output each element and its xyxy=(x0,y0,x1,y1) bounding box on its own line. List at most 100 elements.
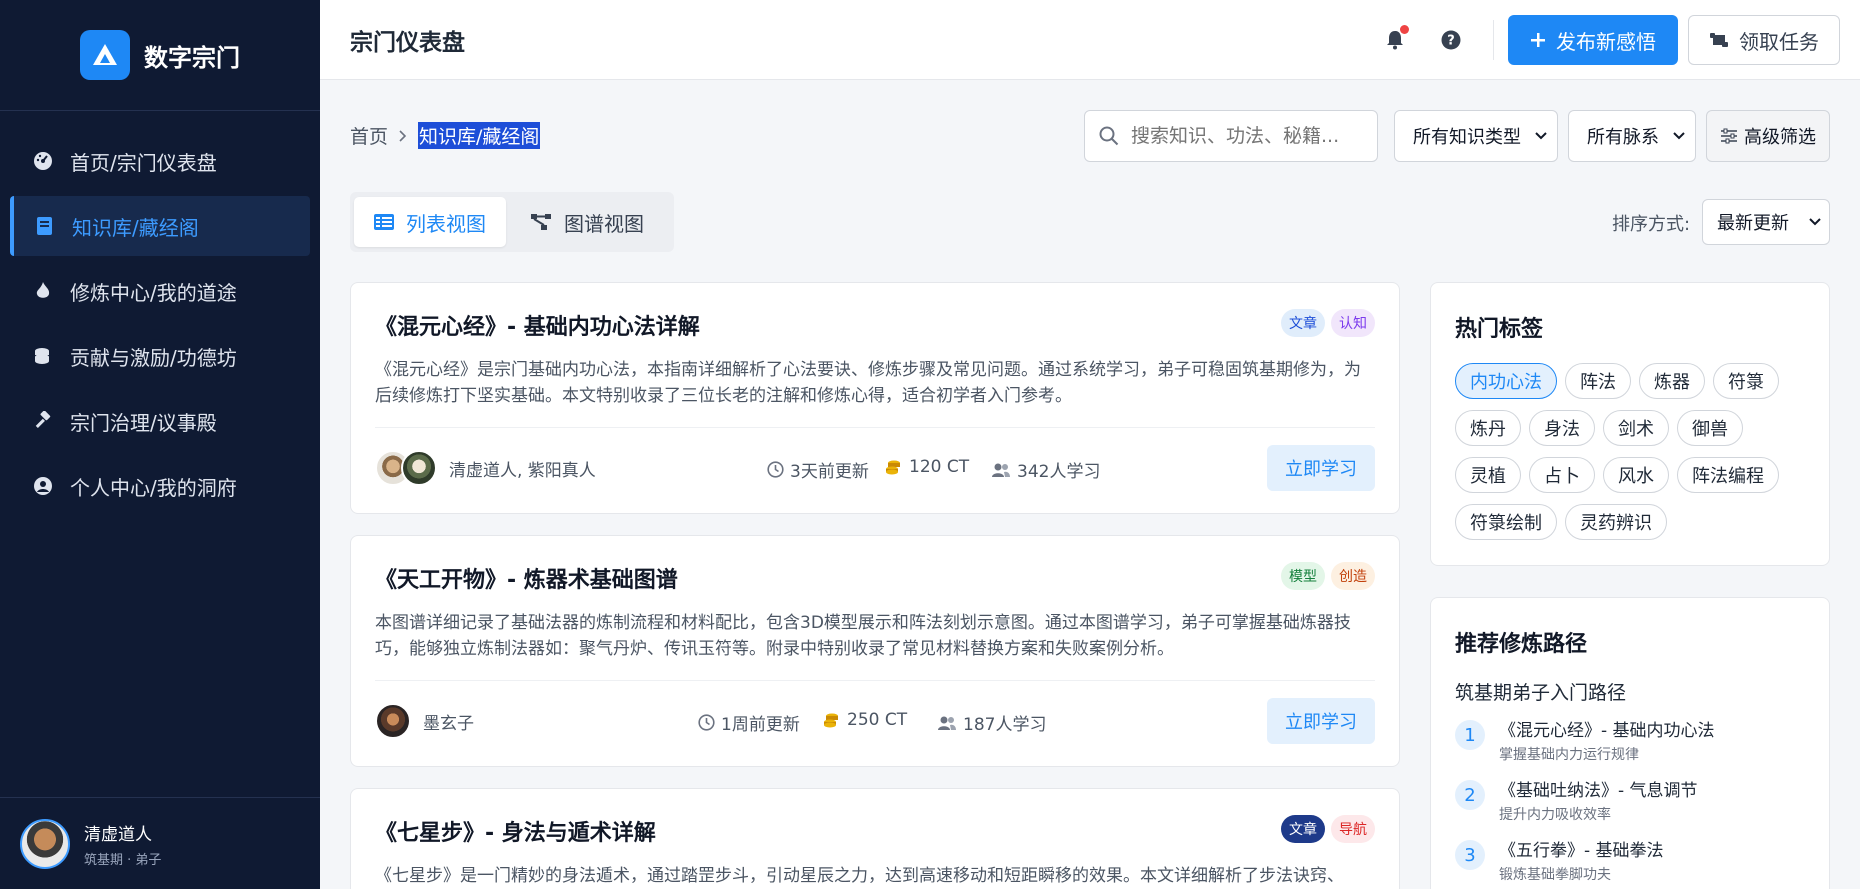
book-icon xyxy=(34,215,56,237)
graph-view-button[interactable]: 图谱视图 xyxy=(510,197,664,247)
knowledge-type-select[interactable]: 所有知识类型 xyxy=(1394,110,1558,162)
step-title: 《基础吐纳法》- 气息调节 xyxy=(1499,781,1698,801)
knowledge-card[interactable]: 《混元心经》- 基础内功心法详解 文章 认知 《混元心经》是宗门基础内功心法，本… xyxy=(350,282,1400,514)
avatar xyxy=(375,703,411,739)
graph-view-label: 图谱视图 xyxy=(564,211,644,236)
lineage-select[interactable]: 所有脉系 xyxy=(1568,110,1696,162)
sidebar-item-dashboard[interactable]: 首页/宗门仪表盘 xyxy=(10,131,310,191)
card-ct: 120 CT xyxy=(909,457,970,477)
advanced-filter-button[interactable]: 高级筛选 xyxy=(1706,110,1830,162)
sort-select[interactable]: 最新更新 xyxy=(1702,199,1830,245)
card-authors: 清虚道人, 紫阳真人 xyxy=(449,460,596,481)
tag-pill[interactable]: 炼丹 xyxy=(1455,410,1521,446)
ct-meta: 250 CT xyxy=(823,710,907,730)
lineage-value: 所有脉系 xyxy=(1587,127,1659,148)
claim-task-button[interactable]: 领取任务 xyxy=(1688,15,1840,65)
tag-pill[interactable]: 内功心法 xyxy=(1455,363,1557,399)
type-tag: 文章 xyxy=(1281,815,1325,843)
search-box[interactable] xyxy=(1084,110,1378,162)
panel-title: 热门标签 xyxy=(1455,317,1544,342)
search-input[interactable] xyxy=(1131,125,1351,147)
breadcrumb: 首页 知识库/藏经阁 xyxy=(350,122,541,149)
path-subtitle: 筑基期弟子入门路径 xyxy=(1455,682,1627,704)
tag-pill[interactable]: 符箓绘制 xyxy=(1455,504,1557,540)
recommended-path-panel: 推荐修炼路径 筑基期弟子入门路径 1 《混元心经》- 基础内功心法 掌握基础内力… xyxy=(1430,597,1830,889)
publish-button[interactable]: 发布新感悟 xyxy=(1508,15,1678,65)
sort-label: 排序方式: xyxy=(1612,214,1691,235)
tag-pill[interactable]: 灵植 xyxy=(1455,457,1521,493)
brand[interactable]: 数字宗门 xyxy=(0,0,320,111)
tag-pill[interactable]: 符箓 xyxy=(1713,363,1779,399)
plus-icon xyxy=(1531,33,1545,47)
step-title: 《混元心经》- 基础内功心法 xyxy=(1499,721,1715,741)
user-profile[interactable]: 清虚道人 筑基期 · 弟子 xyxy=(0,797,320,889)
list-icon xyxy=(374,214,394,230)
flame-icon xyxy=(32,280,54,302)
tag-pill[interactable]: 剑术 xyxy=(1603,410,1669,446)
breadcrumb-home[interactable]: 首页 xyxy=(350,122,388,149)
notification-badge xyxy=(1400,25,1409,34)
page-title: 宗门仪表盘 xyxy=(350,29,465,56)
tag-pill[interactable]: 风水 xyxy=(1603,457,1669,493)
card-title[interactable]: 《七星步》- 身法与遁术详解 xyxy=(375,815,656,847)
topbar: 宗门仪表盘 ? 发布新感悟 领取任务 xyxy=(320,0,1860,80)
sidebar-item-library[interactable]: 知识库/藏经阁 xyxy=(10,196,310,256)
sidebar-item-cultivation[interactable]: 修炼中心/我的道途 xyxy=(10,261,310,321)
chevron-down-icon xyxy=(1673,132,1685,140)
sidebar-item-label: 宗门治理/议事殿 xyxy=(70,410,217,435)
step-title: 《五行拳》- 基础拳法 xyxy=(1499,841,1664,861)
step-number: 2 xyxy=(1455,780,1485,810)
tag-pill[interactable]: 御兽 xyxy=(1677,410,1743,446)
category-tag: 导航 xyxy=(1331,815,1375,843)
step-number: 1 xyxy=(1455,720,1485,750)
path-step[interactable]: 3 《五行拳》- 基础拳法 锻炼基础拳脚功夫 xyxy=(1455,836,1815,889)
chevron-down-icon xyxy=(1535,132,1547,140)
notification-button[interactable] xyxy=(1367,15,1423,65)
sidebar-item-contribution[interactable]: 贡献与激励/功德坊 xyxy=(10,326,310,386)
list-view-button[interactable]: 列表视图 xyxy=(354,197,506,247)
tag-pill[interactable]: 阵法 xyxy=(1565,363,1631,399)
path-step[interactable]: 2 《基础吐纳法》- 气息调节 提升内力吸收效率 xyxy=(1455,776,1815,836)
card-learners: 342人学习 xyxy=(1017,462,1101,482)
brand-name: 数字宗门 xyxy=(144,43,240,72)
coins-icon xyxy=(886,460,900,475)
search-icon xyxy=(1099,126,1119,146)
knowledge-card[interactable]: 《七星步》- 身法与遁术详解 文章 导航 《七星步》是一门精妙的身法遁术，通过踏… xyxy=(350,788,1400,889)
tag-pill[interactable]: 身法 xyxy=(1529,410,1595,446)
card-learners: 187人学习 xyxy=(963,715,1047,735)
sidebar: 数字宗门 首页/宗门仪表盘 知识库/藏经阁 修炼中心/我的道途 贡献与激励/功德… xyxy=(0,0,320,889)
updated-meta: 3天前更新 xyxy=(767,457,869,482)
tag-pill[interactable]: 占卜 xyxy=(1529,457,1595,493)
learn-now-button[interactable]: 立即学习 xyxy=(1267,445,1375,491)
view-toggle: 列表视图 图谱视图 xyxy=(350,192,674,252)
breadcrumb-current: 知识库/藏经阁 xyxy=(418,122,541,149)
sidebar-item-governance[interactable]: 宗门治理/议事殿 xyxy=(10,391,310,451)
divider xyxy=(1493,20,1494,60)
scroll-icon xyxy=(1710,33,1728,47)
type-tag: 文章 xyxy=(1281,309,1325,337)
category-tag: 创造 xyxy=(1331,562,1375,590)
tag-pill[interactable]: 灵药辨识 xyxy=(1565,504,1667,540)
knowledge-card[interactable]: 《天工开物》- 炼器术基础图谱 模型 创造 本图谱详细记录了基础法器的炼制流程和… xyxy=(350,535,1400,767)
svg-text:?: ? xyxy=(1447,34,1455,49)
help-button[interactable]: ? xyxy=(1423,15,1479,65)
path-step[interactable]: 1 《混元心经》- 基础内功心法 掌握基础内力运行规律 xyxy=(1455,716,1815,776)
learn-now-button[interactable]: 立即学习 xyxy=(1267,698,1375,744)
list-view-label: 列表视图 xyxy=(406,211,486,236)
sidebar-item-label: 知识库/藏经阁 xyxy=(72,215,199,240)
card-ct: 250 CT xyxy=(847,710,908,730)
help-icon: ? xyxy=(1441,30,1461,50)
sliders-icon xyxy=(1721,128,1737,144)
tag-pill[interactable]: 阵法编程 xyxy=(1677,457,1779,493)
step-subtitle: 锻炼基础拳脚功夫 xyxy=(1499,867,1611,883)
user-role: 筑基期 · 弟子 xyxy=(84,852,162,868)
sidebar-item-profile[interactable]: 个人中心/我的洞府 xyxy=(10,456,310,516)
card-title[interactable]: 《混元心经》- 基础内功心法详解 xyxy=(375,309,700,341)
top-actions: ? 发布新感悟 领取任务 xyxy=(1367,15,1840,65)
card-title[interactable]: 《天工开物》- 炼器术基础图谱 xyxy=(375,562,678,594)
advanced-filter-label: 高级筛选 xyxy=(1744,127,1816,148)
card-tags: 模型 创造 xyxy=(1281,562,1375,590)
publish-label: 发布新感悟 xyxy=(1556,29,1656,54)
tag-pill[interactable]: 炼器 xyxy=(1639,363,1705,399)
user-circle-icon xyxy=(32,475,54,497)
